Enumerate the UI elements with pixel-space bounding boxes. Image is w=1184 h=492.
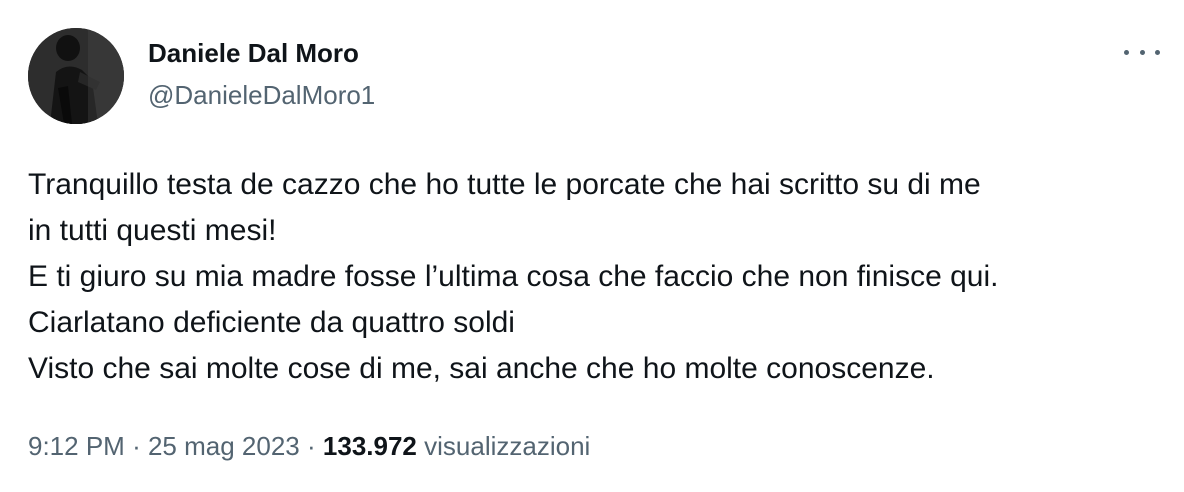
tweet-text: Tranquillo testa de cazzo che ho tutte l… xyxy=(28,162,1168,392)
more-horizontal-icon xyxy=(1124,49,1129,55)
tweet-card: Daniele Dal Moro @DanieleDalMoro1 Tranqu… xyxy=(0,0,1184,492)
tweet-text-line: E ti giuro su mia madre fosse l’ultima c… xyxy=(28,260,999,293)
meta-separator: · xyxy=(132,431,141,461)
display-name[interactable]: Daniele Dal Moro xyxy=(148,36,375,70)
meta-separator: · xyxy=(307,431,316,461)
avatar[interactable] xyxy=(28,28,124,124)
more-options-button[interactable] xyxy=(1124,40,1160,64)
profile-photo-icon xyxy=(28,28,124,124)
tweet-text-line: Ciarlatano deficiente da quattro soldi xyxy=(28,306,515,339)
views-count[interactable]: 133.972 xyxy=(323,431,417,461)
more-horizontal-icon-dot xyxy=(1139,49,1145,55)
user-handle[interactable]: @DanieleDalMoro1 xyxy=(148,78,375,112)
more-horizontal-icon-dot xyxy=(1155,49,1160,55)
tweet-text-line: Visto che sai molte cose di me, sai anch… xyxy=(28,352,935,385)
tweet-text-line: in tutti questi mesi! xyxy=(28,214,277,247)
tweet-meta: 9:12 PM · 25 mag 2023 · 133.972 visualiz… xyxy=(28,428,590,464)
views-label: visualizzazioni xyxy=(424,431,591,461)
tweet-time[interactable]: 9:12 PM xyxy=(28,431,125,461)
author-block: Daniele Dal Moro @DanieleDalMoro1 xyxy=(148,36,375,112)
tweet-date[interactable]: 25 mag 2023 xyxy=(148,431,300,461)
tweet-text-line: Tranquillo testa de cazzo che ho tutte l… xyxy=(28,168,981,201)
